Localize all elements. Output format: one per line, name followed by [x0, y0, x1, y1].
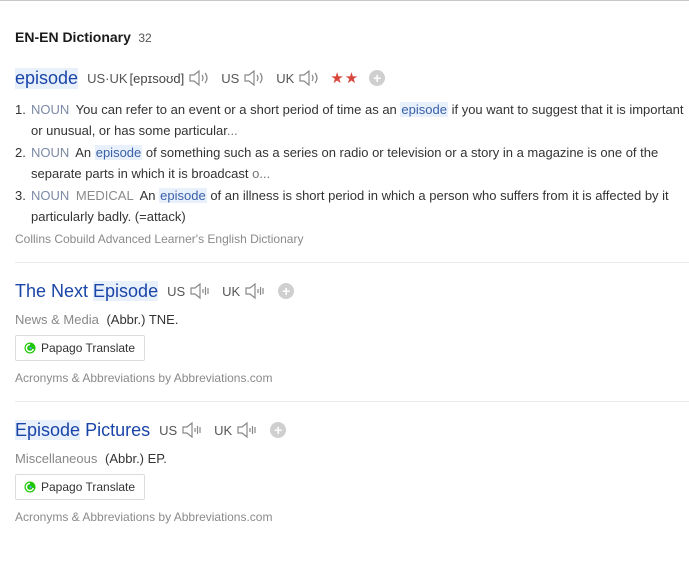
- abbreviation: (Abbr.) TNE.: [106, 312, 179, 327]
- entry-episode: episode US·UK [epɪsoʊd] US UK ★★ + 1. NO…: [15, 65, 685, 246]
- dictionary-source[interactable]: Collins Cobuild Advanced Learner's Engli…: [15, 232, 685, 246]
- truncation: ...: [226, 123, 238, 138]
- part-of-speech: NOUN: [31, 145, 70, 160]
- category-line: News & Media (Abbr.) TNE.: [15, 312, 685, 327]
- papago-translate-label: Papago Translate: [41, 341, 136, 355]
- plus-icon[interactable]: +: [270, 422, 287, 438]
- headword-text: The Next: [15, 280, 94, 301]
- accent-label-us: US: [159, 422, 178, 438]
- top-border: [0, 0, 689, 1]
- speaker-icon[interactable]: [298, 68, 322, 88]
- part-of-speech: NOUN: [31, 102, 70, 117]
- definition-item: 1. NOUN You can refer to an event or a s…: [15, 99, 685, 141]
- definition-text: An: [139, 188, 156, 203]
- papago-translate-button[interactable]: Papago Translate: [15, 474, 146, 500]
- papago-icon: [24, 481, 36, 493]
- sound-wave-icon[interactable]: [181, 420, 205, 440]
- headword-link[interactable]: The Next Episode: [15, 280, 159, 302]
- part-of-speech: NOUN: [31, 188, 70, 203]
- keyword-highlight: episode: [94, 145, 143, 160]
- sound-wave-icon[interactable]: [189, 281, 213, 301]
- speaker-icon[interactable]: [188, 68, 212, 88]
- headword-link[interactable]: episode: [15, 67, 79, 89]
- dictionary-title: EN-EN Dictionary: [15, 29, 131, 45]
- entry-the-next-episode: The Next Episode US UK + News & Media (A…: [15, 278, 685, 385]
- papago-icon: [24, 342, 36, 354]
- accent-label-usuk: US·UK: [87, 70, 128, 86]
- abbreviation-source[interactable]: Acronyms & Abbreviations by Abbreviation…: [15, 371, 685, 385]
- truncation: o...: [252, 166, 271, 181]
- category-label: Miscellaneous: [15, 451, 98, 466]
- abbreviation-source[interactable]: Acronyms & Abbreviations by Abbreviation…: [15, 510, 685, 524]
- dictionary-header: EN-EN Dictionary 32: [15, 29, 152, 47]
- definition-list: 1. NOUN You can refer to an event or a s…: [15, 99, 685, 227]
- phonetic: [epɪsoʊd]: [129, 70, 185, 86]
- definition-number: 3.: [15, 188, 26, 203]
- definition-text: You can refer to an event or a short per…: [75, 102, 397, 117]
- definition-item: 2. NOUN An episode of something such as …: [15, 142, 685, 184]
- divider: [15, 262, 689, 263]
- sound-wave-icon[interactable]: [236, 420, 260, 440]
- sound-wave-icon[interactable]: [244, 281, 268, 301]
- accent-label-uk: UK: [214, 422, 233, 438]
- accent-label-uk: UK: [276, 70, 295, 86]
- speaker-icon[interactable]: [243, 68, 267, 88]
- accent-label-us: US: [167, 283, 186, 299]
- papago-translate-button[interactable]: Papago Translate: [15, 335, 146, 361]
- accent-label-us: US: [221, 70, 240, 86]
- papago-translate-label: Papago Translate: [41, 480, 136, 494]
- headword-link[interactable]: Episode Pictures: [15, 419, 151, 441]
- headword-highlight: Episode: [93, 280, 159, 301]
- star-icon: ★★: [330, 70, 360, 87]
- keyword-highlight: episode: [400, 102, 448, 117]
- entry-headrow: Episode Pictures US UK +: [15, 417, 685, 443]
- plus-icon[interactable]: +: [278, 283, 295, 299]
- category-label: News & Media: [15, 312, 99, 327]
- accent-label-uk: UK: [222, 283, 241, 299]
- headword-highlight: Episode: [15, 419, 81, 440]
- domain-label: MEDICAL: [75, 188, 134, 203]
- abbreviation: (Abbr.) EP.: [105, 451, 167, 466]
- definition-item: 3. NOUN MEDICAL An episode of an illness…: [15, 185, 685, 227]
- definition-number: 1.: [15, 102, 26, 117]
- category-line: Miscellaneous (Abbr.) EP.: [15, 451, 685, 466]
- entry-headrow: episode US·UK [epɪsoʊd] US UK ★★ +: [15, 65, 685, 91]
- definition-number: 2.: [15, 145, 26, 160]
- plus-icon[interactable]: +: [369, 70, 386, 86]
- entry-episode-pictures: Episode Pictures US UK + Miscellaneous (…: [15, 417, 685, 524]
- divider: [15, 401, 689, 402]
- headword-text: Pictures: [80, 419, 151, 440]
- entry-headrow: The Next Episode US UK +: [15, 278, 685, 304]
- definition-text: An: [75, 145, 92, 160]
- keyword-highlight: episode: [159, 188, 207, 203]
- result-count: 32: [138, 31, 152, 45]
